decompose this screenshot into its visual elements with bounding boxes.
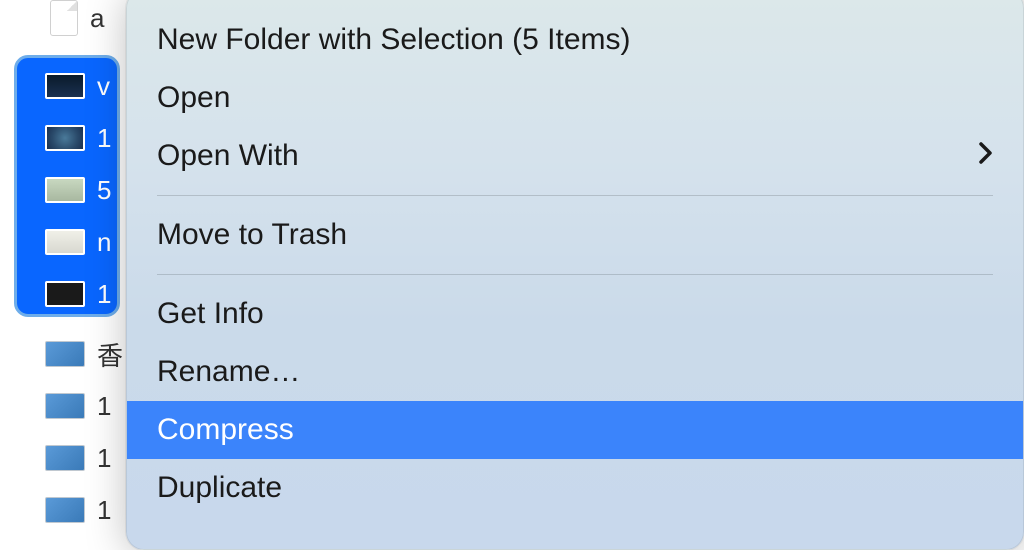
menu-item-label: Open — [157, 81, 230, 115]
finder-window: a v 1 5 n 1 香 1 — [0, 0, 1024, 541]
file-label: 1 — [97, 443, 111, 474]
menu-item-open[interactable]: Open — [127, 69, 1023, 127]
menu-item-get-info[interactable]: Get Info — [127, 285, 1023, 343]
menu-item-label: Compress — [157, 413, 294, 447]
file-label: n — [97, 227, 111, 258]
document-icon — [50, 0, 78, 36]
menu-item-label: Get Info — [157, 297, 264, 331]
menu-item-label: Move to Trash — [157, 218, 347, 252]
file-row[interactable]: v — [10, 60, 125, 112]
menu-item-label: Open With — [157, 139, 299, 173]
file-row[interactable]: 1 — [10, 380, 125, 432]
file-label: 1 — [97, 391, 111, 422]
image-thumbnail-icon — [45, 229, 85, 255]
unselected-files: 香 1 1 1 — [10, 328, 125, 536]
menu-item-new-folder-with-selection[interactable]: New Folder with Selection (5 Items) — [127, 11, 1023, 69]
file-row[interactable]: 5 — [10, 164, 125, 216]
file-label: 1 — [97, 123, 111, 154]
file-label: 5 — [97, 175, 111, 206]
file-label: 1 — [97, 495, 111, 526]
menu-divider — [157, 195, 993, 196]
file-row[interactable]: 香 — [10, 328, 125, 380]
menu-item-label: Rename… — [157, 355, 300, 389]
image-thumbnail-icon — [45, 393, 85, 419]
image-thumbnail-icon — [45, 125, 85, 151]
image-thumbnail-icon — [45, 281, 85, 307]
menu-item-label: Duplicate — [157, 471, 282, 505]
file-label: a — [90, 3, 104, 34]
image-thumbnail-icon — [45, 497, 85, 523]
image-thumbnail-icon — [45, 73, 85, 99]
menu-item-duplicate[interactable]: Duplicate — [127, 459, 1023, 517]
file-row[interactable]: a — [10, 0, 125, 40]
file-label: 1 — [97, 279, 111, 310]
file-list: a — [10, 0, 125, 40]
file-label: 香 — [97, 336, 123, 373]
menu-item-rename[interactable]: Rename… — [127, 343, 1023, 401]
image-thumbnail-icon — [45, 177, 85, 203]
selected-files: v 1 5 n 1 — [10, 60, 125, 320]
file-label: v — [97, 71, 110, 102]
file-row[interactable]: 1 — [10, 432, 125, 484]
menu-item-move-to-trash[interactable]: Move to Trash — [127, 206, 1023, 264]
context-menu: New Folder with Selection (5 Items) Open… — [126, 0, 1024, 550]
image-thumbnail-icon — [45, 445, 85, 471]
file-row[interactable]: 1 — [10, 268, 125, 320]
menu-item-label: New Folder with Selection (5 Items) — [157, 23, 631, 57]
file-row[interactable]: n — [10, 216, 125, 268]
menu-divider — [157, 274, 993, 275]
file-row[interactable]: 1 — [10, 112, 125, 164]
file-row[interactable]: 1 — [10, 484, 125, 536]
menu-item-open-with[interactable]: Open With — [127, 127, 1023, 185]
chevron-right-icon — [979, 142, 993, 171]
menu-item-compress[interactable]: Compress — [127, 401, 1023, 459]
image-thumbnail-icon — [45, 341, 85, 367]
